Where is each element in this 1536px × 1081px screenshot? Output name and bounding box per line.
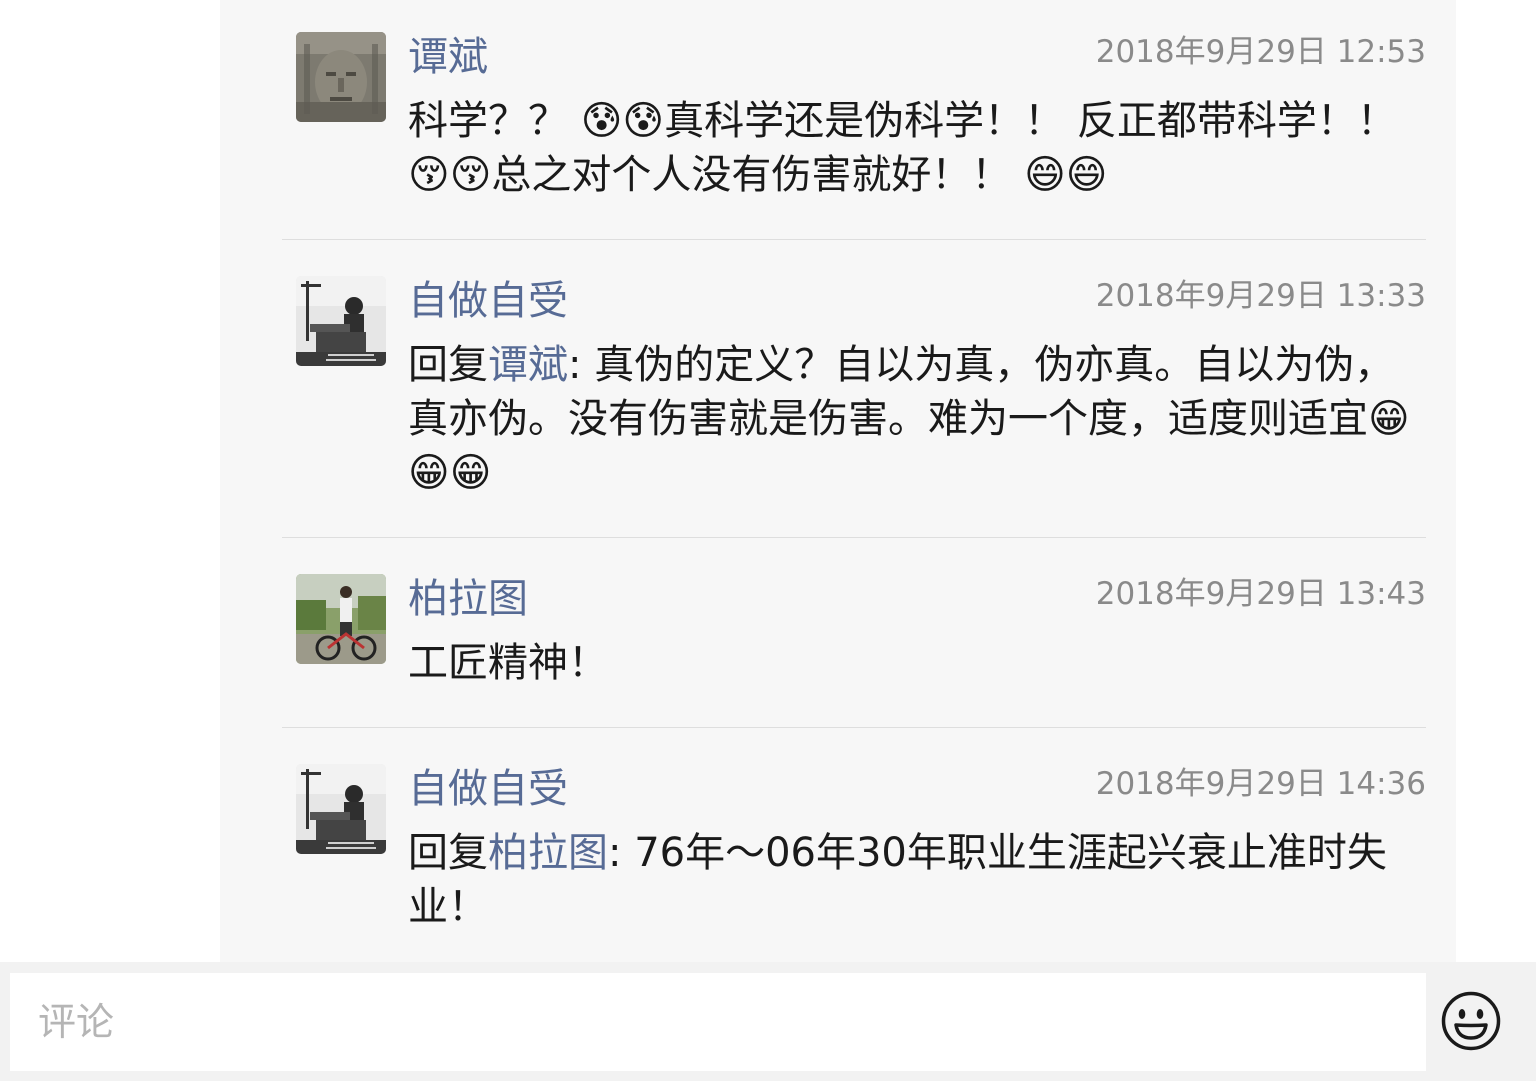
comment-timestamp: 2018年9月29日 14:36 [1095, 766, 1426, 802]
reply-prefix: 回复 [408, 342, 488, 388]
workshop-photo-avatar[interactable] [296, 764, 386, 854]
reply-prefix: 回复 [408, 830, 488, 876]
comment-text: 科学？？ 😰😰真科学还是伪科学！！ 反正都带科学！！ 😚😚总之对个人没有伤害就好… [408, 98, 1397, 198]
comment-timestamp: 2018年9月29日 13:33 [1095, 278, 1426, 314]
smiley-face-icon [1441, 991, 1501, 1051]
comment-input[interactable] [10, 973, 1426, 1071]
comment-text: 回复柏拉图: 76年～06年30年职业生涯起兴衰止准时失业！ [408, 826, 1428, 934]
comment-author[interactable]: 谭斌 [408, 30, 488, 84]
comment-author[interactable]: 柏拉图 [408, 572, 528, 626]
comment-divider [282, 727, 1426, 728]
comment-text: 回复谭斌: 真伪的定义？自以为真，伪亦真。自以为伪，真亦伪。没有伤害就是伤害。难… [408, 338, 1428, 500]
comment-bar [0, 962, 1536, 1081]
workshop-photo-avatar[interactable] [296, 276, 386, 366]
comment-timestamp: 2018年9月29日 13:43 [1095, 576, 1426, 612]
comment-author[interactable]: 自做自受 [408, 274, 568, 328]
comments-screen: 谭斌 2018年9月29日 12:53 科学？？ 😰😰真科学还是伪科学！！ 反正… [0, 0, 1536, 1081]
comment-divider [282, 239, 1426, 240]
stone-face-avatar[interactable] [296, 32, 386, 122]
comment-text: 工匠精神！ [408, 640, 608, 686]
reply-mention[interactable]: 柏拉图 [488, 830, 608, 876]
reply-mention[interactable]: 谭斌 [488, 342, 568, 388]
cyclist-photo-avatar[interactable] [296, 574, 386, 664]
comment-timestamp: 2018年9月29日 12:53 [1095, 34, 1426, 70]
comments-panel: 谭斌 2018年9月29日 12:53 科学？？ 😰😰真科学还是伪科学！！ 反正… [220, 0, 1456, 962]
emoji-button[interactable] [1440, 990, 1502, 1052]
comment-author[interactable]: 自做自受 [408, 762, 568, 816]
comment-divider [282, 537, 1426, 538]
